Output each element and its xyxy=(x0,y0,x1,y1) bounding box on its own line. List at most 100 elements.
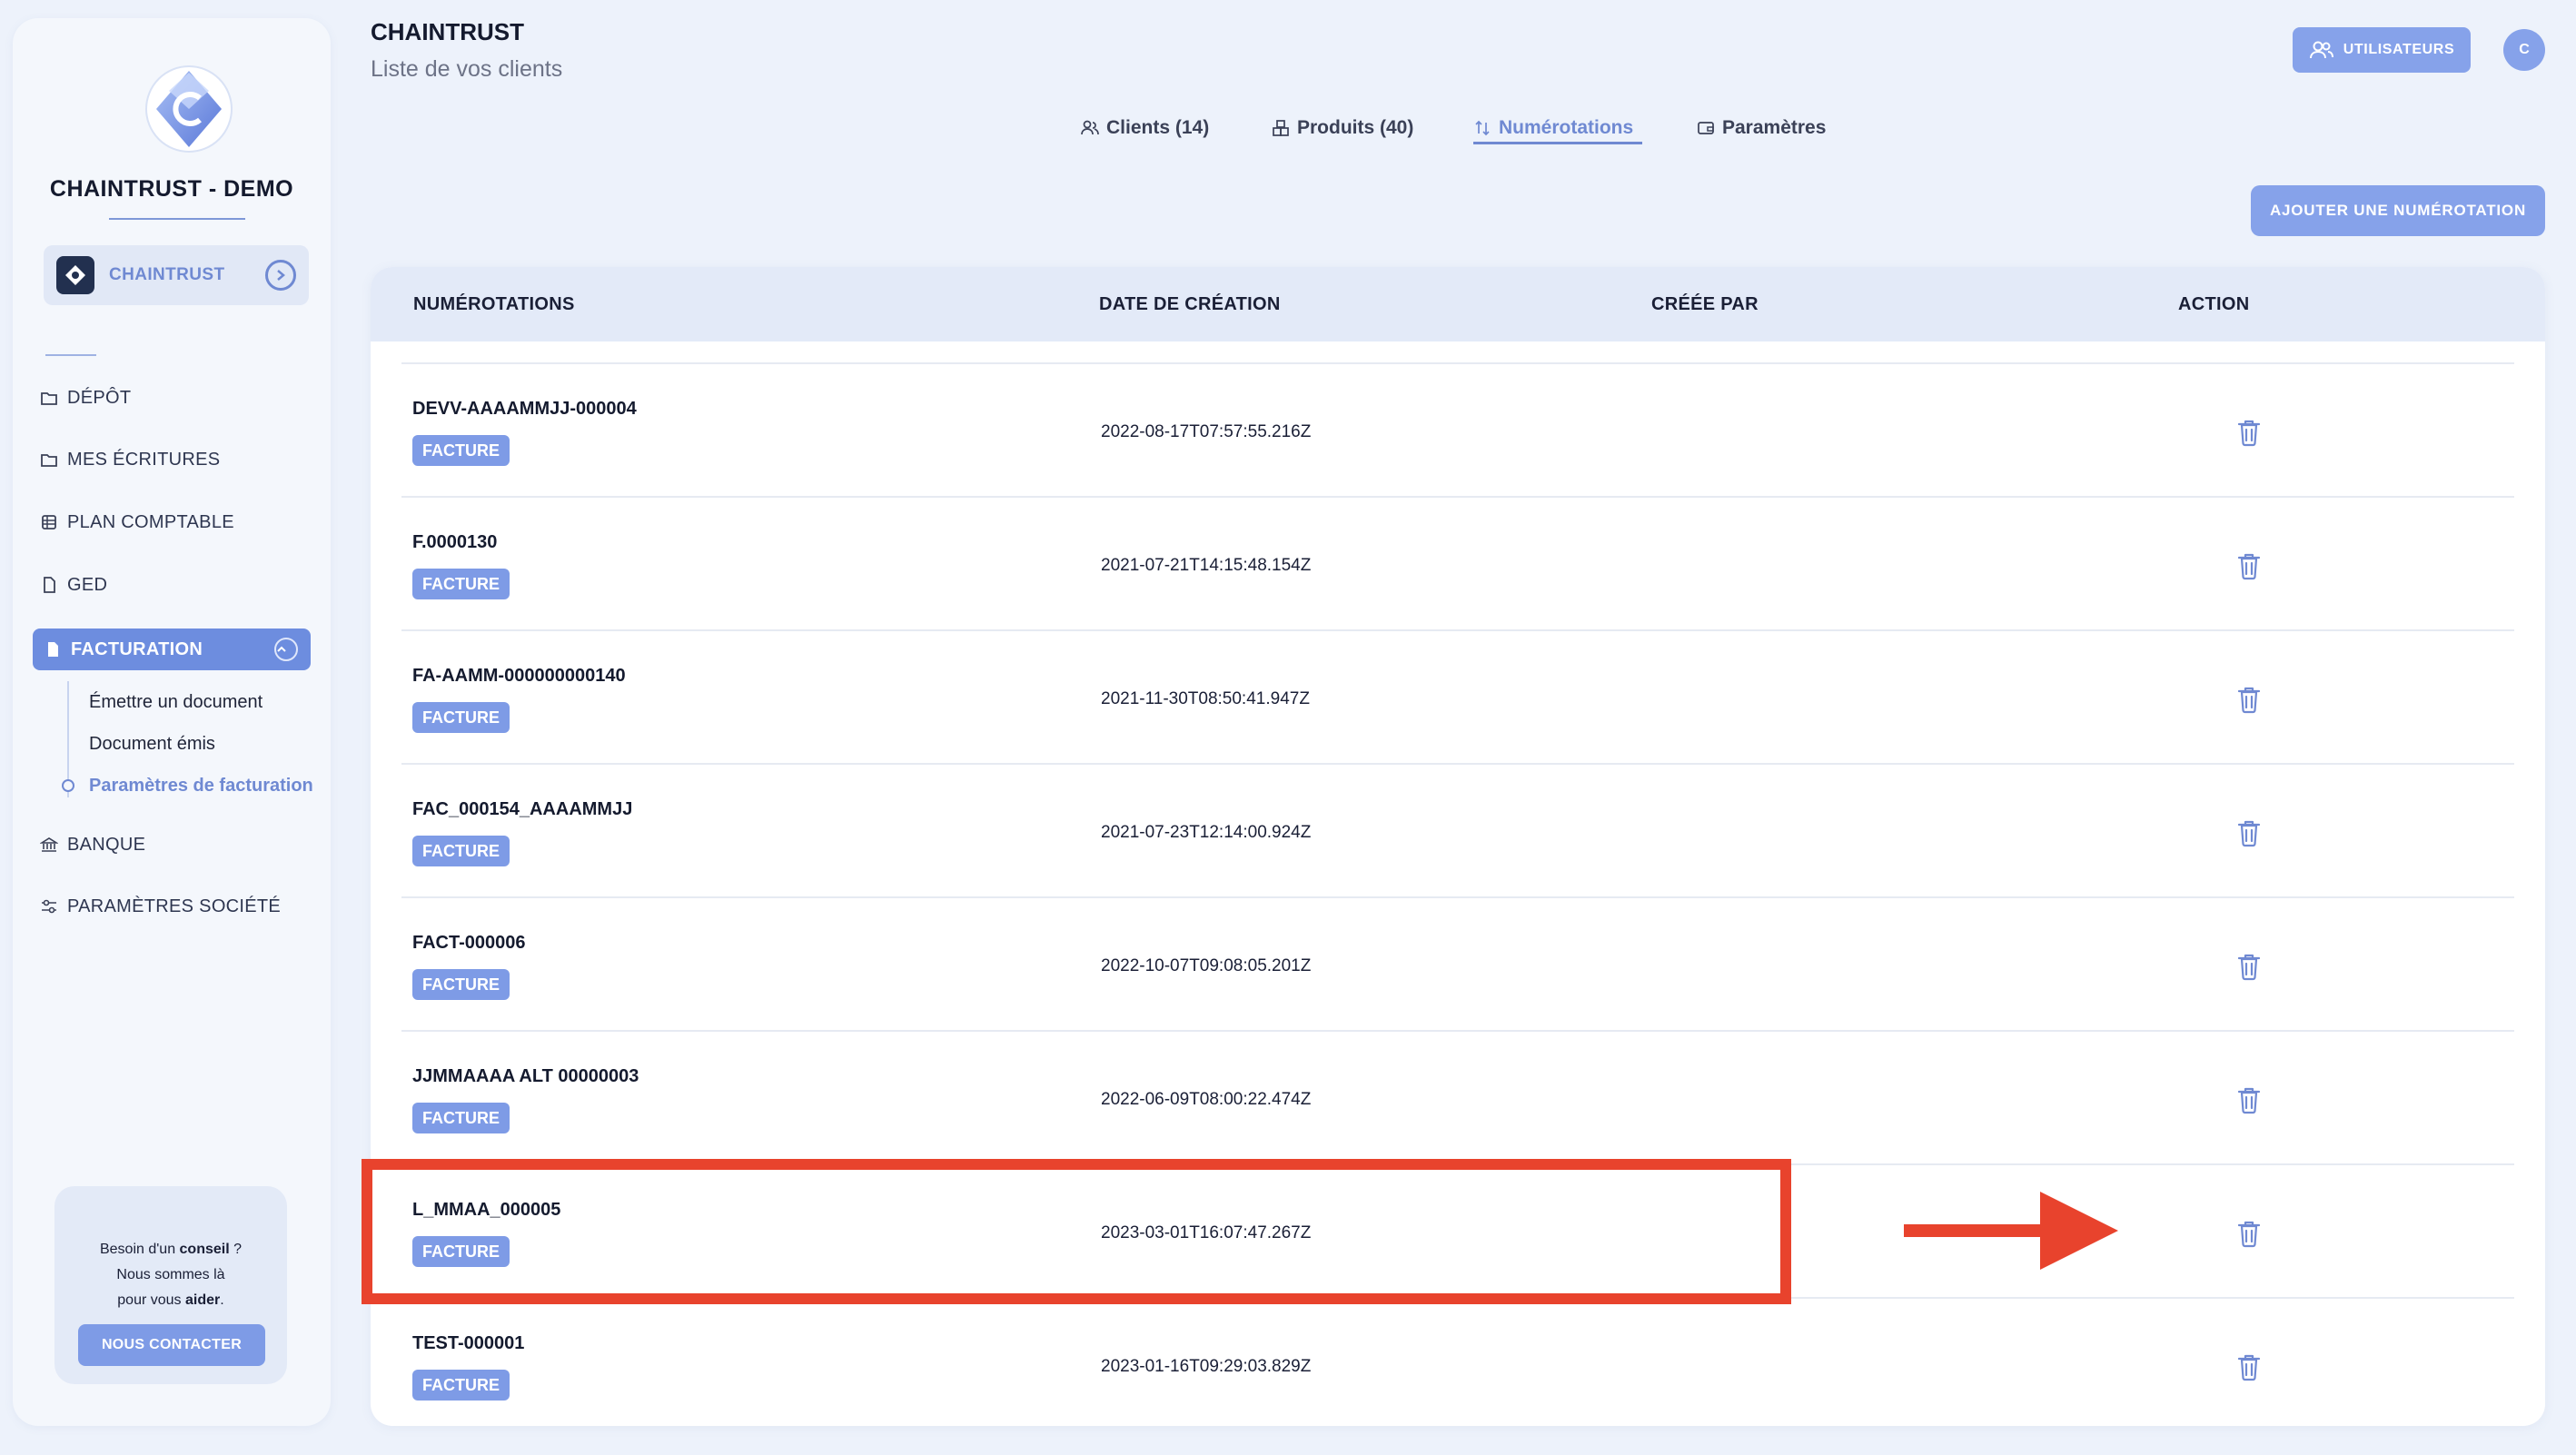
tab-produits[interactable]: Produits (40) xyxy=(1272,111,1413,145)
nav-item-ged[interactable]: GED xyxy=(40,567,107,603)
help-card: Besoin d'un conseil ? Nous sommes là pou… xyxy=(54,1186,287,1384)
creation-date: 2022-10-07T09:08:05.201Z xyxy=(1101,956,1312,975)
chevron-up-icon[interactable] xyxy=(274,638,298,661)
table-row[interactable]: TEST-000001 FACTURE 2023-01-16T09:29:03.… xyxy=(401,1299,2514,1426)
table-row[interactable]: DEVV-AAAAMMJJ-000004 FACTURE 2022-08-17T… xyxy=(401,364,2514,498)
annotation-arrow-icon xyxy=(1904,1192,2118,1270)
numerotation-name: DEVV-AAAAMMJJ-000004 xyxy=(412,399,637,419)
nav-label-plan: PLAN COMPTABLE xyxy=(67,511,234,532)
numerotation-name: F.0000130 xyxy=(412,532,498,552)
document-icon xyxy=(44,577,55,593)
organization-logo-icon xyxy=(56,256,94,294)
contact-button[interactable]: NOUS CONTACTER xyxy=(78,1324,265,1366)
submenu-document-emis[interactable]: Document émis xyxy=(89,734,215,755)
folder-icon xyxy=(41,454,57,467)
bank-icon xyxy=(40,837,58,852)
help-line-3: pour vous aider. xyxy=(117,1292,224,1308)
type-badge: FACTURE xyxy=(412,569,510,599)
submenu-parametres-facturation[interactable]: Paramètres de facturation xyxy=(89,776,313,797)
sidebar: CHAINTRUST - DEMO CHAINTRUST DÉPÔT MES É… xyxy=(13,18,331,1426)
table-row[interactable]: JJMMAAAA ALT 00000003 FACTURE 2022-06-09… xyxy=(401,1032,2514,1165)
trash-icon[interactable] xyxy=(2234,417,2264,448)
nav-item-ecritures[interactable]: MES ÉCRITURES xyxy=(40,441,220,478)
numerotation-name: FA-AAMM-000000000140 xyxy=(412,666,626,686)
creation-date: 2021-07-21T14:15:48.154Z xyxy=(1101,556,1312,575)
annotation-highlight-box xyxy=(362,1159,1791,1304)
help-line-2: Nous sommes là xyxy=(116,1267,225,1282)
nav-label-parametres-societe: PARAMÈTRES SOCIÉTÉ xyxy=(67,896,282,916)
column-header-creee-par[interactable]: CRÉÉE PAR xyxy=(1651,294,1759,315)
table-row[interactable]: F.0000130 FACTURE 2021-07-21T14:15:48.15… xyxy=(401,498,2514,631)
table-row[interactable]: FA-AAMM-000000000140 FACTURE 2021-11-30T… xyxy=(401,631,2514,765)
type-badge: FACTURE xyxy=(412,435,510,466)
column-header-numerotations[interactable]: NUMÉROTATIONS xyxy=(413,294,575,315)
numerotation-name: JJMMAAAA ALT 00000003 xyxy=(412,1066,639,1086)
creation-date: 2021-07-23T12:14:00.924Z xyxy=(1101,823,1312,842)
table-header: NUMÉROTATIONS DATE DE CRÉATION CRÉÉE PAR… xyxy=(371,267,2545,341)
trash-icon[interactable] xyxy=(2234,1084,2264,1115)
trash-icon[interactable] xyxy=(2234,817,2264,848)
nav-label-ged: GED xyxy=(67,574,108,595)
page-title: CHAINTRUST xyxy=(371,18,524,45)
tab-clients[interactable]: Clients (14) xyxy=(1081,111,1209,145)
users-icon xyxy=(2309,41,2333,59)
tab-numerotations-label: Numérotations xyxy=(1499,117,1634,138)
trash-icon[interactable] xyxy=(2234,550,2264,581)
avatar[interactable]: C xyxy=(2503,29,2545,71)
nav-item-plan-comptable[interactable]: PLAN COMPTABLE xyxy=(40,504,234,540)
chevron-right-icon[interactable] xyxy=(265,260,296,291)
type-badge: FACTURE xyxy=(412,1370,510,1401)
numerotation-name: FAC_000154_AAAAMMJJ xyxy=(412,799,633,819)
submenu-active-dot xyxy=(62,779,74,792)
folder-icon xyxy=(41,392,57,405)
type-badge: FACTURE xyxy=(412,702,510,733)
tab-produits-label: Produits (40) xyxy=(1297,117,1414,138)
ledger-icon xyxy=(42,515,56,530)
numerotation-name: FACT-000006 xyxy=(412,933,526,953)
tab-parametres-label: Paramètres xyxy=(1722,117,1827,138)
column-header-date-creation[interactable]: DATE DE CRÉATION xyxy=(1099,294,1281,315)
chaintrust-logo-icon xyxy=(145,65,233,153)
nav-label-facturation: FACTURATION xyxy=(71,638,203,659)
trash-icon[interactable] xyxy=(2234,1351,2264,1382)
table-row[interactable]: FAC_000154_AAAAMMJJ FACTURE 2021-07-23T1… xyxy=(401,765,2514,898)
nav-item-depot[interactable]: DÉPÔT xyxy=(40,380,131,416)
help-line-1: Besoin d'un conseil ? xyxy=(99,1242,243,1257)
nav-item-parametres-societe[interactable]: PARAMÈTRES SOCIÉTÉ xyxy=(40,888,281,925)
users-button-label: UTILISATEURS xyxy=(2343,42,2455,57)
column-header-action: ACTION xyxy=(2178,294,2250,314)
invoice-icon xyxy=(48,642,58,657)
sliders-icon xyxy=(42,899,56,914)
company-name: CHAINTRUST - DEMO xyxy=(49,176,294,202)
add-numerotation-button[interactable]: AJOUTER UNE NUMÉROTATION xyxy=(2251,185,2545,236)
wallet-icon xyxy=(1698,122,1714,134)
type-badge: FACTURE xyxy=(412,969,510,1000)
type-badge: FACTURE xyxy=(412,836,510,866)
tab-parametres[interactable]: Paramètres xyxy=(1697,111,1826,145)
tab-numerotations[interactable]: Numérotations xyxy=(1473,111,1633,145)
trash-icon[interactable] xyxy=(2234,684,2264,715)
creation-date: 2021-11-30T08:50:41.947Z xyxy=(1101,689,1310,708)
users-icon xyxy=(1081,120,1099,135)
organization-selector[interactable]: CHAINTRUST xyxy=(44,245,309,305)
trash-icon[interactable] xyxy=(2234,1218,2264,1249)
users-button[interactable]: UTILISATEURS xyxy=(2293,27,2471,73)
organization-label: CHAINTRUST xyxy=(109,265,225,284)
sort-icon xyxy=(1475,120,1490,136)
nav-label-banque: BANQUE xyxy=(67,834,146,855)
nav-item-facturation[interactable]: FACTURATION xyxy=(33,629,311,670)
company-name-underline xyxy=(109,218,245,220)
table-row[interactable]: FACT-000006 FACTURE 2022-10-07T09:08:05.… xyxy=(401,898,2514,1032)
boxes-icon xyxy=(1273,120,1289,136)
page-subtitle: Liste de vos clients xyxy=(371,56,563,82)
creation-date: 2023-01-16T09:29:03.829Z xyxy=(1101,1357,1312,1376)
nav-item-banque[interactable]: BANQUE xyxy=(40,826,145,863)
creation-date: 2022-08-17T07:57:55.216Z xyxy=(1101,422,1312,441)
divider xyxy=(45,354,96,356)
trash-icon[interactable] xyxy=(2234,951,2264,982)
numerotation-name: TEST-000001 xyxy=(412,1333,525,1353)
type-badge: FACTURE xyxy=(412,1103,510,1133)
submenu-emettre-document[interactable]: Émettre un document xyxy=(89,692,263,713)
creation-date: 2022-06-09T08:00:22.474Z xyxy=(1101,1090,1312,1109)
nav-label-depot: DÉPÔT xyxy=(67,387,132,408)
